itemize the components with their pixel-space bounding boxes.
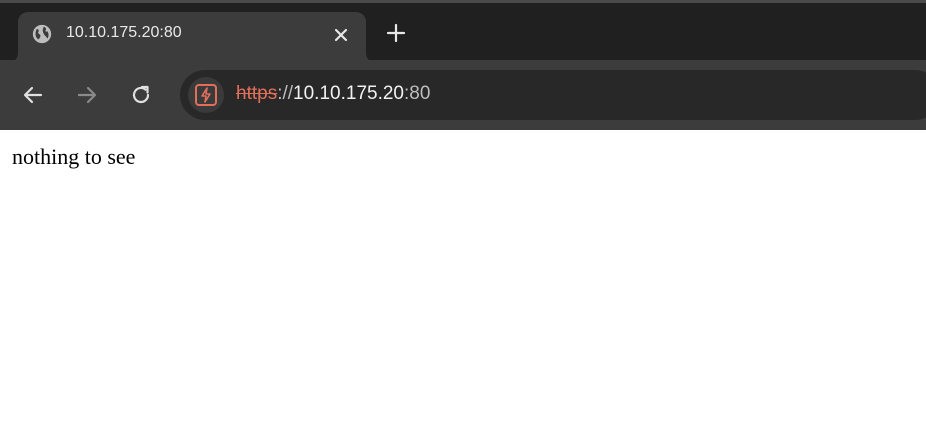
arrow-right-icon[interactable] xyxy=(74,82,100,108)
url-scheme: https xyxy=(236,83,278,104)
url-separator: :// xyxy=(277,83,294,104)
toolbar: https://10.10.175.20:80 xyxy=(0,60,926,130)
tab-title: 10.10.175.20:80 xyxy=(66,24,182,41)
tab-active[interactable]: 10.10.175.20:80 xyxy=(18,12,366,63)
url-port: :80 xyxy=(404,83,431,104)
globe-icon xyxy=(32,24,52,44)
page-body-text: nothing to see xyxy=(12,144,136,169)
reload-icon[interactable] xyxy=(128,82,154,108)
address-bar[interactable]: https://10.10.175.20:80 xyxy=(180,70,926,120)
tab-strip: 10.10.175.20:80 xyxy=(0,0,926,63)
not-secure-icon xyxy=(195,84,217,106)
close-icon[interactable] xyxy=(330,24,352,46)
site-info-button[interactable] xyxy=(188,77,224,113)
url-text: https://10.10.175.20:80 xyxy=(236,83,430,105)
plus-icon[interactable] xyxy=(384,21,408,45)
url-host: 10.10.175.20 xyxy=(293,83,404,104)
page-content: nothing to see xyxy=(0,130,926,426)
arrow-left-icon[interactable] xyxy=(20,82,46,108)
browser-window: 10.10.175.20:80 https://10.10.175.20:80 … xyxy=(0,0,926,426)
